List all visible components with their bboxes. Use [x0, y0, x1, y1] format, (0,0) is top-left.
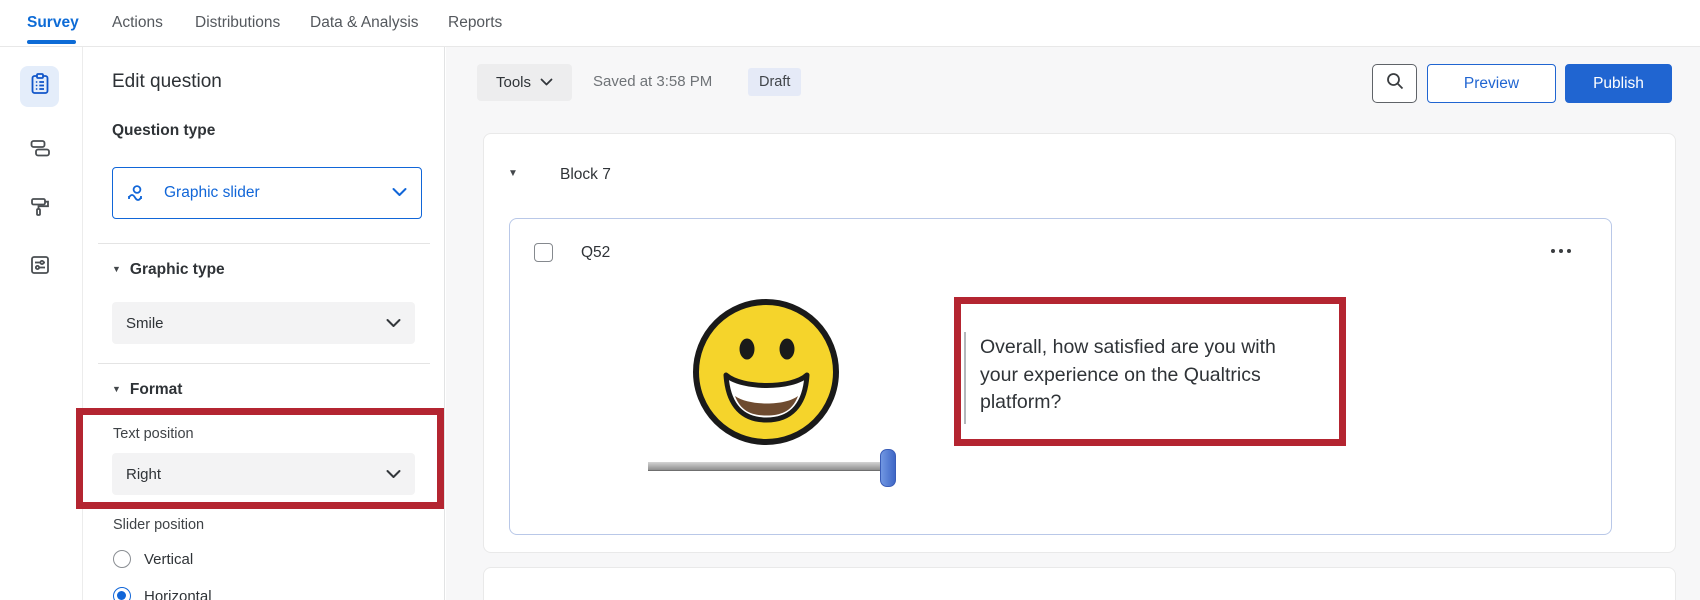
question-type-value: Graphic slider	[164, 184, 392, 202]
section-divider	[98, 243, 430, 244]
save-status: Saved at 3:58 PM	[593, 73, 712, 90]
publish-button[interactable]: Publish	[1565, 64, 1672, 103]
format-heading[interactable]: ▼Format	[112, 381, 182, 399]
chevron-down-icon	[386, 315, 401, 332]
graphic-type-select[interactable]: Smile	[112, 302, 415, 344]
radio-vertical-label: Vertical	[144, 551, 193, 568]
graphic-slider-icon	[127, 182, 153, 204]
survey-flow-icon	[28, 136, 52, 165]
radio-horizontal[interactable]: Horizontal	[113, 587, 212, 600]
question-type-label: Question type	[112, 122, 215, 140]
nav-tab-reports[interactable]: Reports	[448, 14, 502, 32]
qualtrics-survey-editor: Survey Actions Distributions Data & Anal…	[0, 0, 1700, 600]
nav-tab-distributions[interactable]: Distributions	[195, 14, 280, 32]
text-position-value: Right	[126, 466, 386, 483]
slider-handle[interactable]	[880, 449, 896, 487]
draft-badge: Draft	[748, 68, 801, 96]
question-id: Q52	[581, 244, 610, 262]
paint-roller-icon	[28, 195, 52, 224]
collapse-caret-icon: ▼	[112, 264, 121, 274]
radio-circle-icon	[113, 550, 131, 568]
preview-button[interactable]: Preview	[1427, 64, 1556, 103]
question-type-select[interactable]: Graphic slider	[112, 167, 422, 219]
question-text-cursor-bar	[964, 332, 966, 424]
edit-question-panel: Edit question Question type Graphic slid…	[84, 47, 445, 600]
sliders-icon	[28, 253, 52, 282]
radio-horizontal-label: Horizontal	[144, 588, 212, 600]
chevron-down-icon	[392, 184, 407, 202]
text-position-select[interactable]: Right	[112, 453, 415, 495]
search-icon	[1385, 71, 1405, 96]
question-text[interactable]: Overall, how satisfied are you with your…	[980, 334, 1306, 417]
nav-tab-data-analysis[interactable]: Data & Analysis	[310, 14, 419, 32]
slider-position-label: Slider position	[113, 517, 204, 533]
survey-builder-icon	[28, 72, 52, 101]
graphic-type-heading[interactable]: ▼Graphic type	[112, 261, 225, 279]
active-tab-underline	[27, 40, 76, 44]
rail-item-look-and-feel[interactable]	[20, 189, 59, 230]
collapse-caret-icon: ▼	[112, 384, 121, 394]
tools-button[interactable]: Tools	[477, 64, 572, 101]
smiley-face-graphic	[691, 297, 841, 452]
block-title: Block 7	[560, 166, 611, 184]
chevron-down-icon	[386, 466, 401, 483]
question-checkbox[interactable]	[534, 243, 553, 262]
rail-item-survey-builder[interactable]	[20, 66, 59, 107]
radio-vertical[interactable]: Vertical	[113, 550, 193, 568]
radio-circle-checked-icon	[113, 587, 131, 600]
next-block-card	[483, 567, 1676, 600]
slider-track[interactable]	[648, 462, 893, 471]
block-collapse-caret-icon[interactable]: ▼	[508, 168, 518, 179]
rail-item-survey-options[interactable]	[20, 247, 59, 288]
rail-item-survey-flow[interactable]	[20, 130, 59, 171]
nav-tab-actions[interactable]: Actions	[112, 14, 163, 32]
tools-button-label: Tools	[496, 74, 531, 91]
search-button[interactable]	[1372, 64, 1417, 103]
section-divider	[98, 363, 430, 364]
more-options-icon[interactable]	[1544, 239, 1578, 263]
text-position-label: Text position	[113, 426, 194, 442]
top-navigation: Survey Actions Distributions Data & Anal…	[0, 0, 1700, 47]
nav-tab-survey[interactable]: Survey	[27, 14, 79, 32]
chevron-down-icon	[540, 74, 553, 91]
left-icon-rail	[0, 47, 83, 600]
graphic-type-value: Smile	[126, 315, 386, 332]
panel-title: Edit question	[112, 71, 222, 93]
